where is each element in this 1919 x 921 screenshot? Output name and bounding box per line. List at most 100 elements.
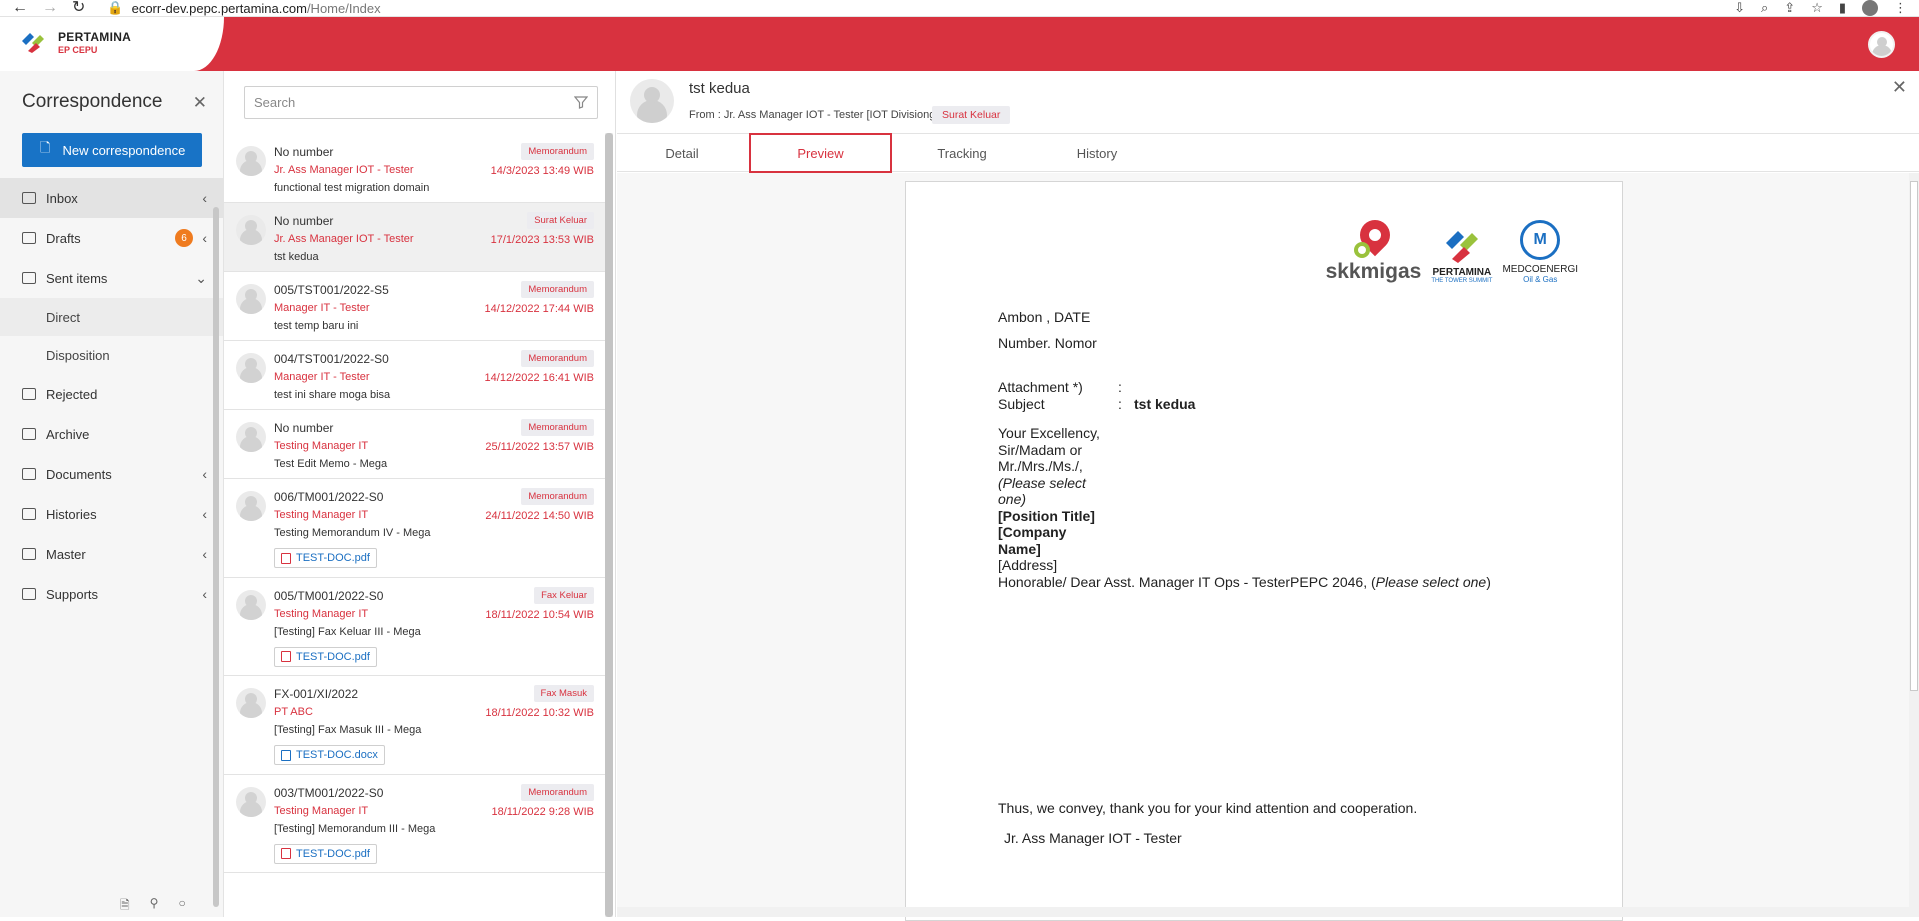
share-icon[interactable]: ⇪ bbox=[1784, 0, 1795, 16]
drafts-icon bbox=[22, 232, 36, 244]
list-item[interactable]: 004/TST001/2022-S0 Manager IT - Tester t… bbox=[224, 341, 606, 410]
preview-scrollbar[interactable] bbox=[1909, 173, 1919, 917]
sidebar-item-drafts[interactable]: Drafts 6 ‹ bbox=[0, 218, 223, 258]
sent-icon bbox=[22, 272, 36, 284]
list-scrollbar[interactable] bbox=[605, 133, 613, 917]
letter-attachment-row: Attachment *) : bbox=[998, 379, 1122, 395]
type-badge: Surat Keluar bbox=[932, 106, 1011, 124]
avatar bbox=[236, 422, 266, 452]
user-icon[interactable]: ⚲ bbox=[150, 896, 159, 917]
attachment-chip[interactable]: TEST-DOC.pdf bbox=[274, 646, 377, 667]
chevron-left-icon: ‹ bbox=[202, 546, 207, 562]
sidebar: Correspondence ✕ 🗋 New correspondence In… bbox=[0, 71, 224, 917]
type-badge: Memorandum bbox=[521, 419, 594, 436]
list-item[interactable]: No number Jr. Ass Manager IOT - Tester f… bbox=[224, 134, 606, 203]
pertamina-logo: PERTAMINA THE TOWER SUMMIT bbox=[1431, 227, 1492, 284]
master-icon bbox=[22, 548, 36, 560]
scrollbar-thumb[interactable] bbox=[1910, 181, 1918, 691]
attachment-chip[interactable]: TEST-DOC.pdf bbox=[274, 843, 377, 864]
brand-name: PERTAMINA bbox=[58, 30, 132, 44]
letter-salutation: Your Excellency, Sir/Madam or Mr./Mrs./M… bbox=[998, 425, 1100, 557]
new-correspondence-button[interactable]: 🗋 New correspondence bbox=[22, 133, 202, 167]
url-host: ecorr-dev.pepc.pertamina.com bbox=[131, 0, 307, 16]
sidebar-item-inbox[interactable]: Inbox ‹ bbox=[0, 178, 223, 218]
chevron-left-icon: ‹ bbox=[202, 506, 207, 522]
rejected-icon bbox=[22, 388, 36, 400]
letter-subject-row: Subject : tst kedua bbox=[998, 395, 1196, 412]
date-label: 14/3/2023 13:49 WIB bbox=[490, 165, 594, 177]
sidebar-item-disposition[interactable]: Disposition bbox=[0, 336, 223, 374]
list-item[interactable]: No number Testing Manager IT Test Edit M… bbox=[224, 410, 606, 479]
close-icon[interactable]: ✕ bbox=[193, 93, 207, 113]
notification-icon[interactable]: ○ bbox=[178, 896, 185, 917]
pdf-file-icon bbox=[281, 552, 291, 564]
search-input[interactable]: Search bbox=[244, 86, 598, 119]
brand-sub: EP CEPU bbox=[58, 45, 98, 55]
browser-toolbar: ← → ↻ 🔒 ecorr-dev.pepc.pertamina.com/Hom… bbox=[0, 0, 1919, 17]
avatar bbox=[236, 353, 266, 383]
menu-dots-icon[interactable]: ⋮ bbox=[1894, 0, 1907, 16]
list-item[interactable]: 006/TM001/2022-S0 Testing Manager IT Tes… bbox=[224, 479, 606, 578]
list-item[interactable]: 005/TM001/2022-S0 Testing Manager IT [Te… bbox=[224, 578, 606, 676]
avatar bbox=[236, 589, 266, 620]
reload-icon[interactable]: ↻ bbox=[72, 0, 85, 16]
scrollbar-thumb[interactable] bbox=[605, 133, 613, 917]
filter-icon[interactable] bbox=[574, 95, 588, 109]
close-icon[interactable]: ✕ bbox=[1892, 77, 1907, 98]
list-item[interactable]: 003/TM001/2022-S0 Testing Manager IT [Te… bbox=[224, 775, 606, 873]
sidebar-item-archive[interactable]: Archive bbox=[0, 414, 223, 454]
profile-icon[interactable] bbox=[1862, 0, 1878, 16]
attachment-chip[interactable]: TEST-DOC.docx bbox=[274, 745, 385, 765]
avatar bbox=[236, 284, 266, 314]
date-label: 14/12/2022 17:44 WIB bbox=[484, 303, 594, 315]
chevron-left-icon: ‹ bbox=[202, 586, 207, 602]
back-icon[interactable]: ← bbox=[12, 0, 28, 16]
pertamina-logo-icon bbox=[1445, 231, 1478, 263]
tab-detail[interactable]: Detail bbox=[617, 134, 747, 172]
detail-from: From : Jr. Ass Manager IOT - Tester [IOT… bbox=[689, 109, 939, 121]
brand-logo[interactable]: PERTAMINA EP CEPU bbox=[0, 17, 224, 71]
medco-logo-icon: M bbox=[1520, 220, 1561, 260]
sidebar-item-sent-items[interactable]: Sent items ⌄ bbox=[0, 258, 223, 298]
sidebar-item-supports[interactable]: Supports ‹ bbox=[0, 574, 223, 614]
attachment-chip[interactable]: TEST-DOC.pdf bbox=[274, 548, 377, 568]
tab-tracking[interactable]: Tracking bbox=[897, 134, 1027, 172]
date-label: 14/12/2022 16:41 WIB bbox=[484, 372, 594, 384]
bookmark-icon[interactable]: ☆ bbox=[1811, 0, 1823, 16]
date-label: 18/11/2022 10:54 WIB bbox=[485, 608, 594, 621]
sidebar-item-documents[interactable]: Documents ‹ bbox=[0, 454, 223, 494]
install-icon[interactable]: ⇩ bbox=[1734, 0, 1745, 16]
sidebar-footer: 🗎 ⚲ ○ bbox=[120, 896, 186, 917]
document-icon[interactable]: 🗎 bbox=[120, 896, 130, 917]
letterhead-logos: skkmigas PERTAMINA THE TOWER SUMMIT M ME… bbox=[1326, 213, 1578, 284]
sidebar-scrollbar[interactable] bbox=[213, 207, 219, 907]
list-item[interactable]: 005/TST001/2022-S5 Manager IT - Tester t… bbox=[224, 272, 606, 341]
user-avatar[interactable] bbox=[1868, 31, 1895, 58]
sidebar-item-rejected[interactable]: Rejected bbox=[0, 374, 223, 414]
detail-title: tst kedua bbox=[689, 80, 750, 97]
letter-address: [Address] bbox=[998, 557, 1058, 573]
app-header: PERTAMINA EP CEPU bbox=[0, 17, 1919, 71]
avatar bbox=[236, 146, 266, 176]
list-item[interactable]: No number Jr. Ass Manager IOT - Tester t… bbox=[224, 203, 606, 272]
zoom-icon[interactable]: ⌕ bbox=[1761, 0, 1768, 16]
avatar bbox=[236, 688, 266, 718]
avatar bbox=[236, 786, 266, 817]
forward-icon[interactable]: → bbox=[42, 0, 58, 16]
documents-icon bbox=[22, 468, 36, 480]
type-badge: Memorandum bbox=[521, 281, 594, 298]
address-bar[interactable]: 🔒 ecorr-dev.pepc.pertamina.com/Home/Inde… bbox=[107, 0, 380, 16]
supports-icon bbox=[22, 588, 36, 600]
correspondence-list-panel: Search No number Jr. Ass Manager IOT - T… bbox=[224, 71, 616, 917]
sidebar-item-histories[interactable]: Histories ‹ bbox=[0, 494, 223, 534]
sidepanel-icon[interactable]: ▮ bbox=[1839, 0, 1846, 16]
list-item[interactable]: FX-001/XI/2022 PT ABC [Testing] Fax Masu… bbox=[224, 676, 606, 775]
new-document-icon: 🗋 bbox=[40, 140, 51, 155]
tab-history[interactable]: History bbox=[1032, 134, 1162, 172]
letter-page: skkmigas PERTAMINA THE TOWER SUMMIT M ME… bbox=[905, 181, 1623, 921]
tab-preview[interactable]: Preview bbox=[749, 133, 892, 173]
sidebar-item-direct[interactable]: Direct bbox=[0, 298, 223, 336]
date-label: 17/1/2023 13:53 WIB bbox=[490, 234, 594, 246]
preview-horizontal-scrollbar[interactable] bbox=[617, 907, 1909, 917]
sidebar-item-master[interactable]: Master ‹ bbox=[0, 534, 223, 574]
